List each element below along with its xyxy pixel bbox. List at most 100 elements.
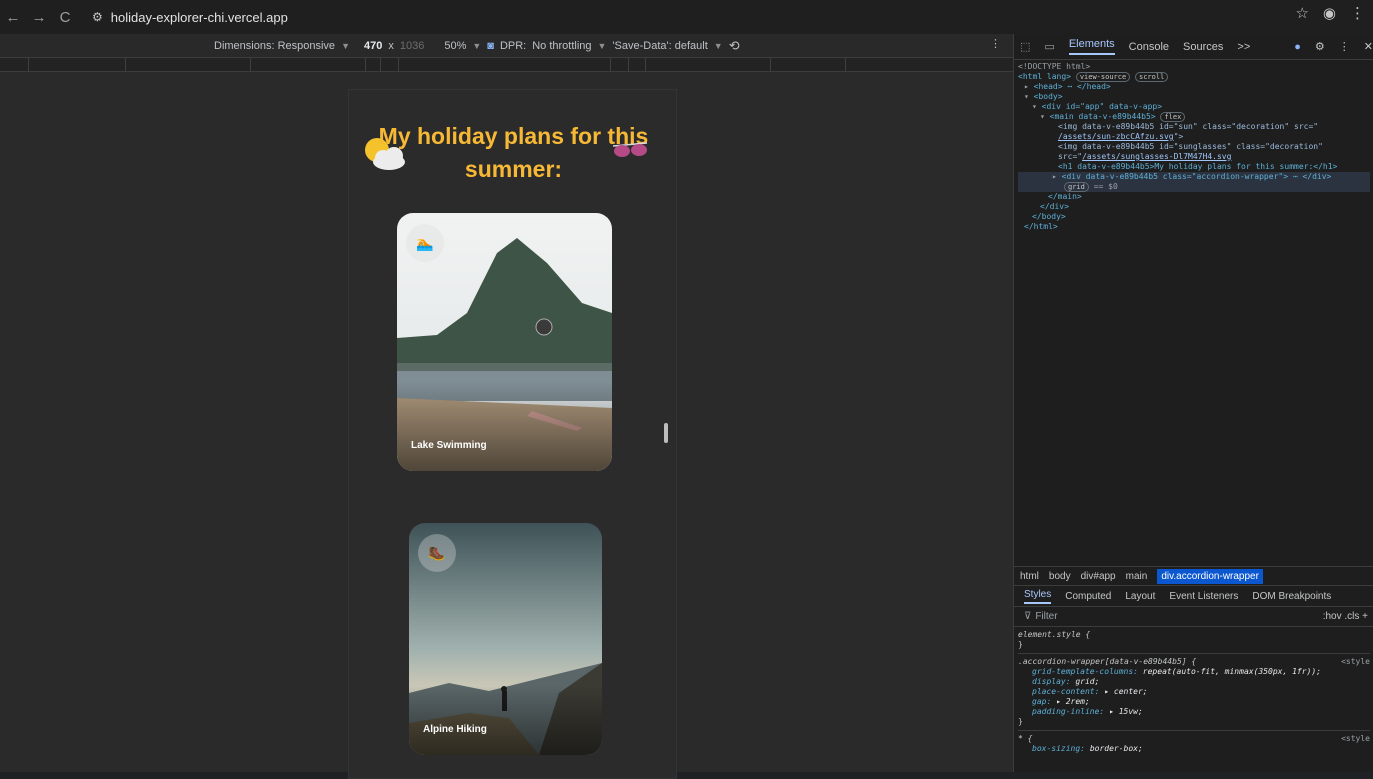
- img-sunglasses-tag: <img data-v-e89b44b5 id="sunglasses" cla…: [1058, 142, 1323, 151]
- device-toolbar: Dimensions: Responsive ▼ 470 x 1036 50% ▼ …: [0, 34, 1013, 58]
- dom-node[interactable]: ▸ <head> ⋯ </head>: [1018, 82, 1370, 92]
- tab-layout[interactable]: Layout: [1125, 591, 1155, 602]
- card-title: Alpine Hiking: [423, 724, 487, 735]
- browser-toolbar: ← → C ⚙ holiday-explorer-chi.vercel.app …: [0, 0, 1373, 34]
- tab-styles[interactable]: Styles: [1024, 589, 1052, 604]
- html-close-tag: </html>: [1024, 222, 1058, 231]
- dom-node[interactable]: /assets/sun-zbcCAfzu.svg">: [1018, 132, 1370, 142]
- dom-node-selected[interactable]: grid == $0: [1018, 182, 1370, 192]
- flex-pill[interactable]: flex: [1160, 112, 1186, 122]
- main-close-tag: </main>: [1048, 192, 1082, 201]
- device-toolbar-menu-icon[interactable]: ⋮: [990, 37, 1001, 50]
- rotate-icon[interactable]: ⟲: [729, 38, 740, 54]
- dom-node[interactable]: ▾ <main data-v-e89b44b5> flex: [1018, 112, 1370, 122]
- body-close-tag: </body>: [1032, 212, 1066, 221]
- app-page: My holiday plans for this summer: 🏊 Lake…: [348, 89, 677, 779]
- address-bar[interactable]: ⚙ holiday-explorer-chi.vercel.app: [86, 4, 1256, 30]
- dom-node[interactable]: src="/assets/sunglasses-Dl7M47H4.svg: [1018, 152, 1370, 162]
- media-query-ruler[interactable]: [0, 58, 1013, 72]
- device-toggle-icon[interactable]: ▭: [1044, 40, 1054, 53]
- site-settings-icon[interactable]: ⚙: [92, 10, 103, 24]
- zoom-select[interactable]: 50%: [444, 40, 466, 52]
- breadcrumb-item[interactable]: main: [1126, 571, 1148, 582]
- dimensions-select[interactable]: Dimensions: Responsive: [214, 40, 335, 52]
- accordion-wrapper-tag: <div data-v-e89b44b5 class="accordion-wr…: [1061, 172, 1332, 181]
- scroll-pill[interactable]: scroll: [1135, 72, 1169, 82]
- forward-button[interactable]: →: [26, 4, 52, 30]
- tab-computed[interactable]: Computed: [1065, 591, 1111, 602]
- dom-node[interactable]: </html>: [1018, 222, 1370, 232]
- activity-card[interactable]: 🏊 Lake Swimming: [397, 213, 612, 471]
- div-close-tag: </div>: [1040, 202, 1069, 211]
- css-prop-value: border-box;: [1089, 744, 1143, 753]
- settings-gear-icon[interactable]: ⚙: [1315, 40, 1325, 53]
- css-property[interactable]: box-sizing: border-box;: [1018, 744, 1370, 754]
- css-property[interactable]: gap: ▸ 2rem;: [1018, 697, 1370, 707]
- breadcrumb: html body div#app main div.accordion-wra…: [1014, 566, 1373, 585]
- dom-tree[interactable]: <!DOCTYPE html> <html lang> view-source …: [1014, 60, 1373, 566]
- dom-node-selected[interactable]: ▸ <div data-v-e89b44b5 class="accordion-…: [1018, 172, 1370, 182]
- width-input[interactable]: 470: [364, 40, 382, 52]
- styles-filter[interactable]: ⊽ Filter :hov .cls +: [1014, 607, 1373, 627]
- breadcrumb-item-current[interactable]: div.accordion-wrapper: [1157, 568, 1263, 584]
- tab-sources[interactable]: Sources: [1183, 41, 1223, 53]
- main-tag: <main data-v-e89b44b5>: [1049, 112, 1156, 121]
- dom-node[interactable]: <img data-v-e89b44b5 id="sun" class="dec…: [1018, 122, 1370, 132]
- sunglasses-asset-link[interactable]: /assets/sunglasses-Dl7M47H4.svg: [1082, 152, 1231, 161]
- dom-node[interactable]: </body>: [1018, 212, 1370, 222]
- issues-icon[interactable]: ●: [1294, 41, 1301, 53]
- save-data-select[interactable]: 'Save-Data': default: [612, 40, 707, 52]
- height-input[interactable]: 1036: [400, 40, 424, 52]
- dom-node[interactable]: <!DOCTYPE html>: [1018, 62, 1370, 72]
- css-brace: }: [1018, 717, 1023, 726]
- browser-menu-icon[interactable]: ⋮: [1350, 4, 1365, 22]
- grid-pill[interactable]: grid: [1064, 182, 1089, 192]
- sun-asset-link[interactable]: /assets/sun-zbcCAfzu.svg: [1058, 132, 1174, 141]
- dpr-icon: ◙: [487, 39, 494, 52]
- css-property[interactable]: display: grid;: [1018, 677, 1370, 687]
- html-tag: <html lang>: [1018, 72, 1071, 81]
- activity-card[interactable]: 🥾 Alpine Hiking: [409, 523, 602, 755]
- breadcrumb-item[interactable]: div#app: [1081, 571, 1116, 582]
- breadcrumb-item[interactable]: body: [1049, 571, 1071, 582]
- dom-node[interactable]: ▾ <body>: [1018, 92, 1370, 102]
- profile-icon[interactable]: ◉: [1323, 4, 1336, 22]
- styles-pane: element.style { } <style .accordion-wrapp…: [1014, 627, 1373, 772]
- devtools-menu-icon[interactable]: ⋮: [1339, 40, 1350, 53]
- tab-console[interactable]: Console: [1129, 41, 1169, 53]
- breadcrumb-item[interactable]: html: [1020, 571, 1039, 582]
- css-prop-name: box-sizing:: [1032, 744, 1085, 753]
- css-property[interactable]: grid-template-columns: repeat(auto-fit, …: [1018, 667, 1370, 677]
- tab-elements[interactable]: Elements: [1068, 38, 1115, 55]
- throttle-select[interactable]: No throttling: [532, 40, 591, 52]
- dom-node[interactable]: </div>: [1018, 202, 1370, 212]
- css-brace: }: [1018, 640, 1023, 649]
- css-selector[interactable]: .accordion-wrapper[data-v-e89b44b5] {: [1018, 657, 1196, 666]
- dom-node[interactable]: <h1 data-v-e89b44b5>My holiday plans for…: [1018, 162, 1370, 172]
- devtools-tabbar: ⬚ ▭ Elements Console Sources >> ● ⚙ ⋮ ✕: [1014, 34, 1373, 60]
- tab-event-listeners[interactable]: Event Listeners: [1169, 591, 1238, 602]
- dom-node[interactable]: <html lang> view-source scroll: [1018, 72, 1370, 82]
- bookmark-star-icon[interactable]: ☆: [1295, 4, 1308, 22]
- style-origin[interactable]: <style: [1341, 734, 1370, 744]
- css-prop-name: display:: [1032, 677, 1071, 686]
- style-tools[interactable]: :hov .cls +: [1323, 611, 1368, 622]
- reload-button[interactable]: C: [52, 4, 78, 30]
- dom-node[interactable]: ▾ <div id="app" data-v-app>: [1018, 102, 1370, 112]
- css-selector[interactable]: element.style {: [1018, 630, 1370, 640]
- resize-handle[interactable]: [664, 423, 668, 443]
- tab-dom-breakpoints[interactable]: DOM Breakpoints: [1252, 591, 1331, 602]
- close-icon[interactable]: ✕: [1364, 40, 1373, 53]
- filter-input[interactable]: Filter: [1035, 611, 1057, 622]
- style-origin[interactable]: <style: [1341, 657, 1370, 667]
- view-source-pill[interactable]: view-source: [1075, 72, 1131, 82]
- url-text: holiday-explorer-chi.vercel.app: [110, 9, 288, 25]
- css-property[interactable]: place-content: ▸ center;: [1018, 687, 1370, 697]
- css-property[interactable]: padding-inline: ▸ 15vw;: [1018, 707, 1370, 717]
- dom-node[interactable]: <img data-v-e89b44b5 id="sunglasses" cla…: [1018, 142, 1370, 152]
- more-tabs-button[interactable]: >>: [1237, 41, 1250, 53]
- css-selector[interactable]: * {: [1018, 734, 1032, 743]
- dom-node[interactable]: </main>: [1018, 192, 1370, 202]
- inspect-element-icon[interactable]: ⬚: [1020, 40, 1030, 53]
- back-button[interactable]: ←: [0, 4, 26, 30]
